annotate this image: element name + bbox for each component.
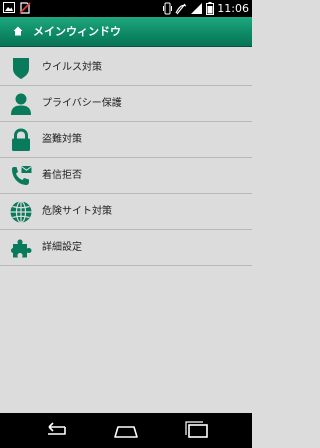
menu-item-label: 詳細設定 bbox=[42, 242, 82, 253]
menu-item-anti-theft[interactable]: 盗難対策 bbox=[0, 122, 252, 158]
picture-icon bbox=[3, 2, 15, 13]
phone-mail-icon bbox=[12, 166, 32, 185]
menu-item-label: 盗難対策 bbox=[42, 134, 82, 145]
clock: 11:06 bbox=[217, 2, 249, 15]
recents-icon[interactable] bbox=[182, 421, 212, 441]
navigation-bar bbox=[0, 413, 252, 448]
menu-item-label: 危険サイト対策 bbox=[42, 206, 112, 217]
menu-item-antivirus[interactable]: ウイルス対策 bbox=[0, 50, 252, 86]
page-title: メインウィンドウ bbox=[33, 25, 121, 38]
puzzle-icon bbox=[11, 239, 32, 258]
person-icon bbox=[11, 93, 31, 115]
menu-item-web-protection[interactable]: 危険サイト対策 bbox=[0, 194, 252, 230]
no-signal-icon bbox=[175, 3, 187, 15]
vibrate-icon bbox=[163, 2, 173, 15]
home-icon[interactable] bbox=[13, 26, 23, 36]
app-header: メインウィンドウ bbox=[0, 17, 252, 47]
menu-item-label: プライバシー保護 bbox=[42, 98, 122, 109]
status-bar: 11:06 bbox=[0, 0, 252, 17]
status-bar-system: 11:06 bbox=[163, 1, 249, 16]
menu-item-settings[interactable]: 詳細設定 bbox=[0, 230, 252, 266]
back-icon[interactable] bbox=[40, 421, 70, 441]
battery-icon bbox=[206, 2, 215, 15]
globe-icon bbox=[10, 200, 32, 224]
home-icon[interactable] bbox=[111, 421, 141, 441]
menu-item-label: ウイルス対策 bbox=[42, 62, 102, 73]
signal-icon bbox=[191, 3, 203, 14]
shield-icon bbox=[13, 58, 29, 79]
status-bar-notifications bbox=[3, 2, 31, 14]
no-sim-icon bbox=[19, 2, 31, 14]
lock-icon bbox=[12, 128, 30, 151]
main-menu: ウイルス対策 プライバシー保護 盗難対策 着信拒否 危険サイト対策 詳細設定 bbox=[0, 50, 252, 266]
menu-item-label: 着信拒否 bbox=[42, 170, 82, 181]
menu-item-call-blocking[interactable]: 着信拒否 bbox=[0, 158, 252, 194]
menu-item-privacy[interactable]: プライバシー保護 bbox=[0, 86, 252, 122]
